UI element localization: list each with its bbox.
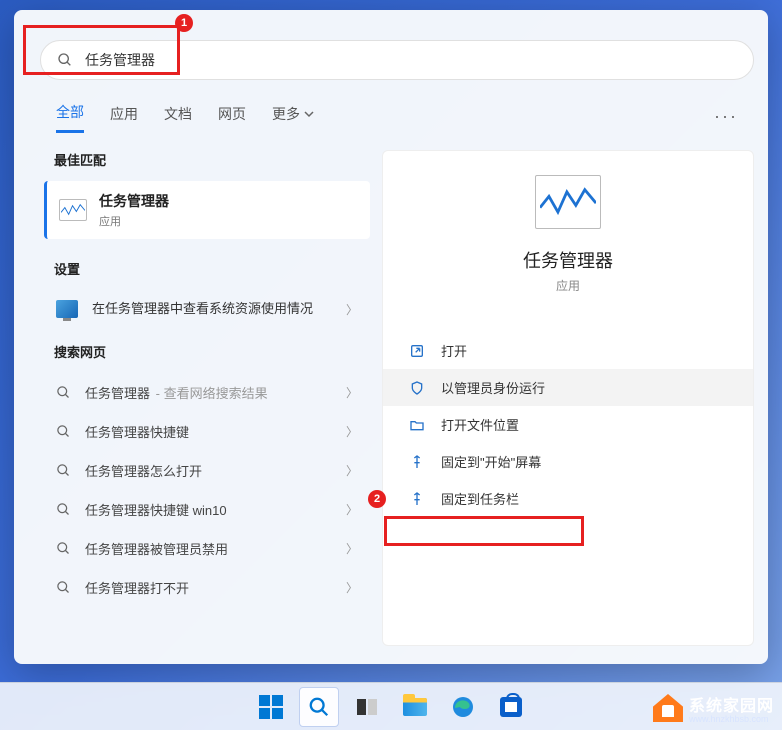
section-best-match: 最佳匹配: [44, 150, 370, 169]
taskbar-edge-button[interactable]: [443, 687, 483, 727]
chevron-right-icon: 〉: [346, 579, 358, 596]
preview-subtitle: 应用: [383, 277, 753, 294]
tab-web[interactable]: 网页: [218, 104, 246, 132]
action-open-location[interactable]: 打开文件位置: [383, 406, 753, 443]
web-result-1[interactable]: 任务管理器快捷键 〉: [44, 412, 370, 451]
windows-logo-icon: [259, 695, 283, 719]
results-left-column: 最佳匹配 任务管理器 应用 设置 在任务管理器中查看系统资源使用情况 〉 搜索网…: [44, 150, 370, 607]
search-icon: [56, 541, 71, 556]
action-pin-taskbar[interactable]: 固定到任务栏: [383, 480, 753, 517]
action-label: 以管理员身份运行: [441, 378, 545, 397]
watermark: 系统家园网 www.hnzkhbsb.com: [653, 692, 774, 724]
tab-more-label: 更多: [272, 104, 300, 124]
chevron-right-icon: 〉: [346, 540, 358, 557]
pin-icon: [409, 491, 425, 507]
search-icon: [308, 696, 330, 718]
annotation-badge-2: 2: [368, 490, 386, 508]
web-result-0[interactable]: 任务管理器 - 查看网络搜索结果 〉: [44, 373, 370, 412]
web-result-text: 任务管理器: [85, 386, 150, 401]
tab-all[interactable]: 全部: [56, 102, 84, 133]
web-result-text: 任务管理器快捷键: [85, 422, 189, 441]
chevron-right-icon: 〉: [346, 501, 358, 518]
chevron-right-icon: 〉: [346, 384, 358, 401]
search-panel: 全部 应用 文档 网页 更多 ··· 最佳匹配 任务管理器 应用 设置 在任务管…: [14, 10, 768, 664]
preview-title: 任务管理器: [383, 247, 753, 273]
tab-docs[interactable]: 文档: [164, 104, 192, 132]
task-manager-icon: [59, 199, 87, 221]
search-bar[interactable]: [40, 40, 754, 80]
watermark-title: 系统家园网: [689, 692, 774, 716]
file-explorer-icon: [403, 698, 427, 716]
web-result-2[interactable]: 任务管理器怎么打开 〉: [44, 451, 370, 490]
pin-icon: [409, 454, 425, 470]
taskbar-search-button[interactable]: [299, 687, 339, 727]
search-icon: [57, 52, 73, 68]
search-bar-container: [40, 40, 754, 80]
section-search-web: 搜索网页: [44, 342, 370, 361]
web-result-5[interactable]: 任务管理器打不开 〉: [44, 568, 370, 607]
tab-more[interactable]: 更多: [272, 104, 314, 132]
chevron-right-icon: 〉: [346, 301, 358, 318]
preview-panel: 任务管理器 应用 打开 以管理员身份运行 打开文件位置 固定到"开始"屏幕: [382, 150, 754, 646]
action-label: 打开: [441, 341, 467, 360]
start-button[interactable]: [251, 687, 291, 727]
chevron-down-icon: [304, 109, 314, 119]
action-list: 打开 以管理员身份运行 打开文件位置 固定到"开始"屏幕 固定到任务栏: [383, 332, 753, 517]
search-input[interactable]: [85, 52, 737, 68]
task-manager-icon: [535, 175, 601, 229]
web-result-text: 任务管理器被管理员禁用: [85, 539, 228, 558]
chevron-right-icon: 〉: [346, 462, 358, 479]
taskbar-taskview-button[interactable]: [347, 687, 387, 727]
app-preview: 任务管理器 应用: [383, 151, 753, 294]
search-icon: [56, 385, 71, 400]
shield-icon: [409, 380, 425, 396]
annotation-badge-1: 1: [175, 14, 193, 32]
monitor-icon: [56, 300, 78, 318]
best-match-subtitle: 应用: [99, 213, 169, 229]
web-result-hint: - 查看网络搜索结果: [152, 386, 268, 401]
store-icon: [500, 697, 522, 717]
taskbar-explorer-button[interactable]: [395, 687, 435, 727]
watermark-url: www.hnzkhbsb.com: [689, 714, 774, 724]
settings-item-label: 在任务管理器中查看系统资源使用情况: [92, 300, 332, 318]
open-icon: [409, 343, 425, 359]
search-icon: [56, 502, 71, 517]
best-match-title: 任务管理器: [99, 191, 169, 211]
action-run-as-admin[interactable]: 以管理员身份运行: [383, 369, 753, 406]
best-match-item[interactable]: 任务管理器 应用: [44, 181, 370, 239]
search-icon: [56, 580, 71, 595]
search-icon: [56, 463, 71, 478]
action-label: 固定到"开始"屏幕: [441, 452, 541, 471]
chevron-right-icon: 〉: [346, 423, 358, 440]
action-pin-start[interactable]: 固定到"开始"屏幕: [383, 443, 753, 480]
web-result-4[interactable]: 任务管理器被管理员禁用 〉: [44, 529, 370, 568]
folder-icon: [409, 417, 425, 433]
watermark-logo-icon: [653, 694, 683, 722]
edge-icon: [451, 695, 475, 719]
filter-tabs: 全部 应用 文档 网页 更多: [56, 102, 314, 133]
section-settings: 设置: [44, 259, 370, 278]
overflow-menu-icon[interactable]: ···: [714, 106, 738, 127]
web-result-3[interactable]: 任务管理器快捷键 win10 〉: [44, 490, 370, 529]
settings-item-resource-usage[interactable]: 在任务管理器中查看系统资源使用情况 〉: [44, 290, 370, 328]
action-open[interactable]: 打开: [383, 332, 753, 369]
web-result-text: 任务管理器怎么打开: [85, 461, 202, 480]
search-icon: [56, 424, 71, 439]
action-label: 打开文件位置: [441, 415, 519, 434]
tab-apps[interactable]: 应用: [110, 104, 138, 132]
taskview-icon: [357, 697, 377, 717]
web-result-text: 任务管理器打不开: [85, 578, 189, 597]
action-label: 固定到任务栏: [441, 489, 519, 508]
web-result-text: 任务管理器快捷键 win10: [85, 500, 227, 519]
taskbar-store-button[interactable]: [491, 687, 531, 727]
